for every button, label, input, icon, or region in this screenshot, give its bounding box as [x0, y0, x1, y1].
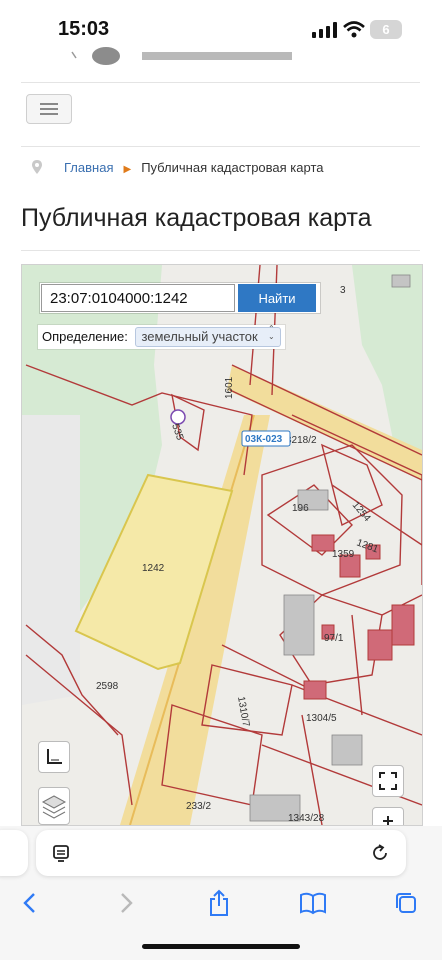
page-title: Публичная кадастровая карта	[21, 204, 372, 232]
measure-tool-button[interactable]	[38, 741, 70, 773]
cadastral-search-bar: Найти	[40, 283, 320, 313]
back-button[interactable]	[12, 886, 48, 920]
cadastral-map[interactable]: 1242 2598 3 1601 535 3218/2 196 1254 128…	[21, 264, 423, 826]
forward-icon	[121, 893, 133, 913]
bookmarks-icon	[300, 892, 326, 915]
label-3218-2: 3218/2	[286, 435, 317, 446]
previous-tab-pill[interactable]	[0, 830, 28, 876]
find-button[interactable]: Найти	[238, 284, 316, 312]
menu-button[interactable]	[26, 94, 72, 124]
nav-divider	[21, 146, 420, 147]
address-bar[interactable]	[36, 830, 406, 876]
reload-icon[interactable]	[370, 843, 390, 863]
label-1304-5: 1304/5	[306, 713, 337, 724]
cadastral-number-input[interactable]	[41, 284, 235, 312]
chevron-right-icon: ▶	[123, 164, 132, 175]
label-233-2: 233/2	[186, 801, 211, 812]
title-divider	[21, 250, 420, 251]
label-1601: 1601	[224, 376, 235, 399]
definition-select[interactable]: земельный участок	[135, 325, 281, 347]
label-3: 3	[340, 285, 346, 296]
breadcrumb: Главная ▶ Публичная кадастровая карта	[32, 160, 323, 182]
fullscreen-icon	[379, 772, 397, 790]
signal-icon	[312, 22, 337, 38]
home-indicator[interactable]	[142, 944, 300, 949]
layers-button[interactable]	[38, 787, 70, 825]
label-1242: 1242	[142, 563, 165, 574]
bookmarks-button[interactable]	[295, 886, 331, 920]
header-divider	[21, 82, 420, 83]
label-1359: 1359	[332, 549, 355, 560]
definition-bar: Определение: земельный участок	[38, 325, 285, 349]
wifi-icon	[343, 21, 365, 38]
status-time: 15:03	[58, 18, 110, 40]
tabs-icon	[396, 893, 416, 913]
share-button[interactable]	[201, 886, 237, 920]
breadcrumb-current: Публичная кадастровая карта	[141, 160, 324, 175]
breadcrumb-home-link[interactable]: Главная	[64, 160, 113, 175]
label-97-1: 97/1	[324, 633, 344, 644]
location-pin-icon	[32, 160, 42, 174]
site-logo[interactable]	[60, 44, 320, 66]
label-1343-28: 1343/28	[288, 813, 325, 824]
map-canvas[interactable]: 1242 2598 3 1601 535 3218/2 196 1254 128…	[22, 265, 422, 825]
back-icon	[23, 893, 35, 913]
layers-icon	[41, 795, 67, 819]
zoom-in-button[interactable]	[372, 807, 404, 825]
tab-icon[interactable]	[52, 844, 72, 864]
plus-icon	[383, 816, 393, 825]
fullscreen-button[interactable]	[372, 765, 404, 797]
label-2598: 2598	[96, 681, 119, 692]
definition-label: Определение:	[42, 329, 128, 344]
battery-icon: 6	[370, 20, 402, 39]
forward-button[interactable]	[108, 886, 144, 920]
tabs-button[interactable]	[388, 886, 424, 920]
ruler-icon	[47, 749, 62, 764]
road-label-03k023: 03К-023	[245, 434, 283, 445]
label-196: 196	[292, 503, 309, 514]
share-icon	[210, 889, 228, 916]
